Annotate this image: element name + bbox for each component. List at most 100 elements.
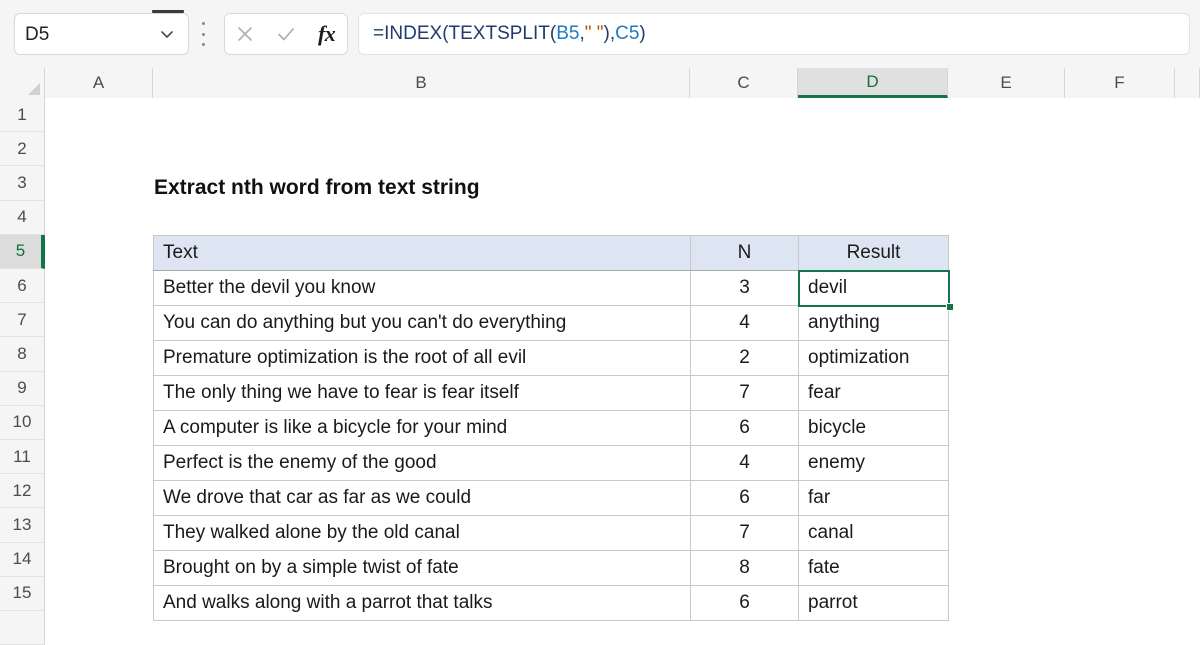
cell-text[interactable]: Perfect is the enemy of the good [153, 445, 691, 481]
row-header-15[interactable]: 15 [0, 576, 45, 611]
row-header-partial[interactable] [0, 611, 45, 645]
cell-n[interactable]: 8 [690, 550, 799, 586]
cell-n[interactable]: 6 [690, 585, 799, 621]
cell-text[interactable]: The only thing we have to fear is fear i… [153, 375, 691, 411]
cell-text[interactable]: Brought on by a simple twist of fate [153, 550, 691, 586]
cell-n[interactable]: 6 [690, 410, 799, 446]
cell-n[interactable]: 7 [690, 515, 799, 551]
column-header-n: N [690, 235, 799, 271]
row-header-1[interactable]: 1 [0, 98, 45, 133]
column-header-f[interactable]: F [1065, 68, 1175, 98]
chevron-down-icon[interactable] [156, 23, 178, 45]
cell-result[interactable]: far [798, 480, 949, 516]
cell-text[interactable]: You can do anything but you can't do eve… [153, 305, 691, 341]
row-header-label: 4 [17, 207, 27, 227]
column-header-a[interactable]: A [45, 68, 153, 98]
select-all-corner[interactable] [0, 68, 45, 98]
row-header-5[interactable]: 5 [0, 234, 45, 269]
table-row[interactable]: A computer is like a bicycle for your mi… [153, 410, 949, 446]
row-header-9[interactable]: 9 [0, 371, 45, 406]
cell-n[interactable]: 6 [690, 480, 799, 516]
cell-result[interactable]: anything [798, 305, 949, 341]
column-header-label: A [92, 73, 105, 92]
column-header-label: E [1000, 73, 1012, 92]
column-header-text: Text [153, 235, 691, 271]
table-row[interactable]: Better the devil you know 3 devil [153, 270, 949, 306]
fill-handle[interactable] [945, 302, 954, 311]
sheet-title: Extract nth word from text string [154, 176, 480, 199]
cell-n[interactable]: 7 [690, 375, 799, 411]
row-header-7[interactable]: 7 [0, 303, 45, 338]
formula-input[interactable]: = INDEX(TEXTSPLIT(B5, " "), C5) [358, 13, 1190, 55]
formula-token-ref-c5: C5 [615, 23, 640, 44]
sheet-canvas[interactable]: Extract nth word from text string Text N… [45, 98, 1200, 630]
table-row[interactable]: We drove that car as far as we could 6 far [153, 480, 949, 516]
table-row[interactable]: They walked alone by the old canal 7 canal [153, 515, 949, 551]
column-header-b[interactable]: B [153, 68, 690, 98]
cell-text[interactable]: A computer is like a bicycle for your mi… [153, 410, 691, 446]
cell-n[interactable]: 4 [690, 305, 799, 341]
formula-token-equals: = [373, 23, 385, 44]
column-header-d[interactable]: D [798, 68, 948, 98]
cell-result[interactable]: optimization [798, 340, 949, 376]
cell-result[interactable]: fear [798, 375, 949, 411]
row-header-6[interactable]: 6 [0, 269, 45, 304]
insert-function-icon[interactable]: fx [310, 17, 344, 51]
table-row[interactable]: The only thing we have to fear is fear i… [153, 375, 949, 411]
column-header-label: B [415, 73, 427, 92]
cell-text[interactable]: Better the devil you know [153, 270, 691, 306]
cell-result[interactable]: fate [798, 550, 949, 586]
select-all-triangle-icon [28, 83, 40, 95]
table-row[interactable]: You can do anything but you can't do eve… [153, 305, 949, 341]
column-header-label: C [737, 73, 750, 92]
row-header-label: 5 [15, 241, 26, 261]
cell-text[interactable]: They walked alone by the old canal [153, 515, 691, 551]
column-header-e[interactable]: E [948, 68, 1065, 98]
cell-result[interactable]: canal [798, 515, 949, 551]
more-options-icon[interactable] [200, 22, 206, 46]
cell-result[interactable]: devil [798, 270, 949, 306]
cell-text[interactable]: And walks along with a parrot that talks [153, 585, 691, 621]
row-header-label: 6 [17, 275, 27, 295]
row-header-14[interactable]: 14 [0, 542, 45, 577]
formula-token-textsplit: TEXTSPLIT [448, 23, 550, 44]
cell-n[interactable]: 3 [690, 270, 799, 306]
row-header-label: 13 [12, 514, 32, 534]
column-header-label: F [1114, 73, 1125, 92]
row-header-13[interactable]: 13 [0, 508, 45, 543]
row-header-label: 2 [17, 138, 27, 158]
formula-token-ref-b5: B5 [556, 23, 580, 44]
column-header-c[interactable]: C [690, 68, 798, 98]
table-row[interactable]: Brought on by a simple twist of fate 8 fat… [153, 550, 949, 586]
cell-text[interactable]: Premature optimization is the root of al… [153, 340, 691, 376]
row-header-4[interactable]: 4 [0, 200, 45, 235]
column-header-partial[interactable] [1175, 68, 1200, 98]
cell-text[interactable]: We drove that car as far as we could [153, 480, 691, 516]
close-x-icon[interactable] [228, 17, 262, 51]
row-header-8[interactable]: 8 [0, 337, 45, 372]
name-box-value: D5 [25, 23, 50, 45]
cell-n[interactable]: 4 [690, 445, 799, 481]
cell-result[interactable]: parrot [798, 585, 949, 621]
row-header-3[interactable]: 3 [0, 166, 45, 201]
row-header-2[interactable]: 2 [0, 132, 45, 167]
row-header-label: 3 [17, 172, 27, 192]
table-header-row: Text N Result [153, 235, 949, 271]
formula-token-delimiter: " " [584, 23, 604, 44]
spreadsheet-grid[interactable]: ABCDEF 1 2 3 4 5 6 7 8 9 10 11 12 13 14 15 Extract nth… [0, 68, 1200, 645]
cell-result[interactable]: bicycle [798, 410, 949, 446]
cell-result[interactable]: enemy [798, 445, 949, 481]
table-row[interactable]: And walks along with a parrot that talks… [153, 585, 949, 621]
row-header-label: 11 [13, 446, 31, 466]
cell-n[interactable]: 2 [690, 340, 799, 376]
kebab-dot [201, 22, 205, 25]
row-header-label: 10 [12, 412, 32, 432]
checkmark-icon[interactable] [269, 17, 303, 51]
name-box[interactable]: D5 [14, 13, 189, 55]
row-header-12[interactable]: 12 [0, 474, 45, 509]
table-row[interactable]: Perfect is the enemy of the good 4 enemy [153, 445, 949, 481]
table-row[interactable]: Premature optimization is the root of al… [153, 340, 949, 376]
row-header-10[interactable]: 10 [0, 405, 45, 440]
row-header-11[interactable]: 11 [0, 440, 45, 475]
row-header-label: 8 [17, 343, 27, 363]
